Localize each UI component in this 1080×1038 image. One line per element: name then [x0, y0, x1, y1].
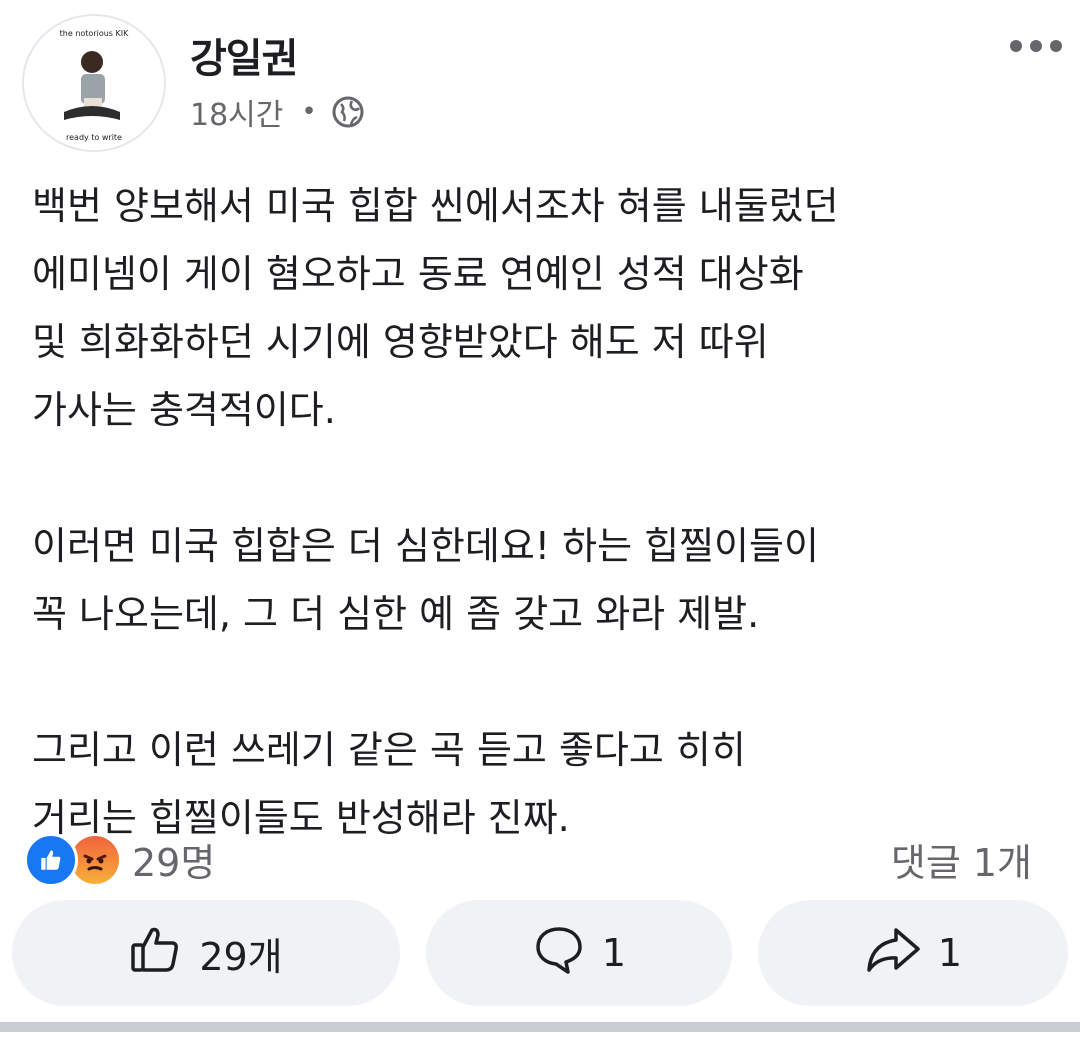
- share-arrow-icon: [864, 922, 922, 985]
- avatar-image: the notorious KIK ready to write: [24, 16, 164, 150]
- like-icon: [24, 832, 78, 887]
- meta-separator: •: [301, 97, 317, 127]
- share-button[interactable]: 1: [758, 900, 1068, 1006]
- globe-icon: [331, 95, 365, 129]
- share-count: 1: [937, 931, 963, 975]
- reaction-summary[interactable]: 29명: [24, 832, 215, 887]
- comment-count: 1: [601, 931, 627, 975]
- reaction-count: 29명: [132, 841, 216, 885]
- more-dot-icon: [1030, 40, 1042, 52]
- like-count: 29개: [199, 934, 283, 979]
- post-paragraph: 백번 양보해서 미국 힙합 씬에서조차 혀를 내둘렀던 에미넴이 게이 혐오하고…: [32, 184, 839, 432]
- avatar-caption-top: the notorious KIK: [60, 29, 129, 38]
- thumbs-up-icon: [129, 922, 183, 985]
- action-bar: 29개 1 1: [12, 900, 1068, 1006]
- feed-divider: [0, 1022, 1080, 1032]
- author-name[interactable]: 강일권: [190, 26, 298, 84]
- more-options-button[interactable]: [1010, 40, 1062, 52]
- post-paragraph: 이러면 미국 힙합은 더 심한데요! 하는 힙찔이들이 꼭 나오는데, 그 더 …: [32, 524, 819, 636]
- comment-button[interactable]: 1: [426, 900, 732, 1006]
- author-avatar[interactable]: the notorious KIK ready to write: [22, 14, 166, 152]
- avatar-caption-bottom: ready to write: [66, 133, 122, 142]
- more-dot-icon: [1010, 40, 1022, 52]
- post-timestamp[interactable]: 18시간: [190, 90, 283, 134]
- post-meta: 18시간 •: [190, 90, 365, 134]
- more-dot-icon: [1050, 40, 1062, 52]
- post-content: 백번 양보해서 미국 힙합 씬에서조차 혀를 내둘렀던 에미넴이 게이 혐오하고…: [32, 172, 1062, 920]
- comment-bubble-icon: [532, 922, 586, 985]
- like-button[interactable]: 29개: [12, 900, 400, 1006]
- comments-count-link[interactable]: 댓글 1개: [891, 832, 1032, 887]
